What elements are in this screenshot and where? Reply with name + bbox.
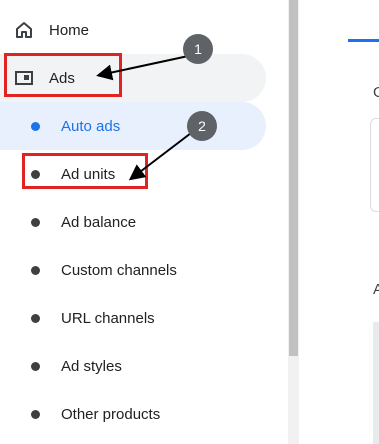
arrow-to-ads [96,54,194,81]
arrow-to-ad-units [128,129,196,181]
step-badge-2: 2 [187,111,217,141]
step-badge-1: 1 [183,34,213,64]
annotation-arrows [96,54,196,181]
